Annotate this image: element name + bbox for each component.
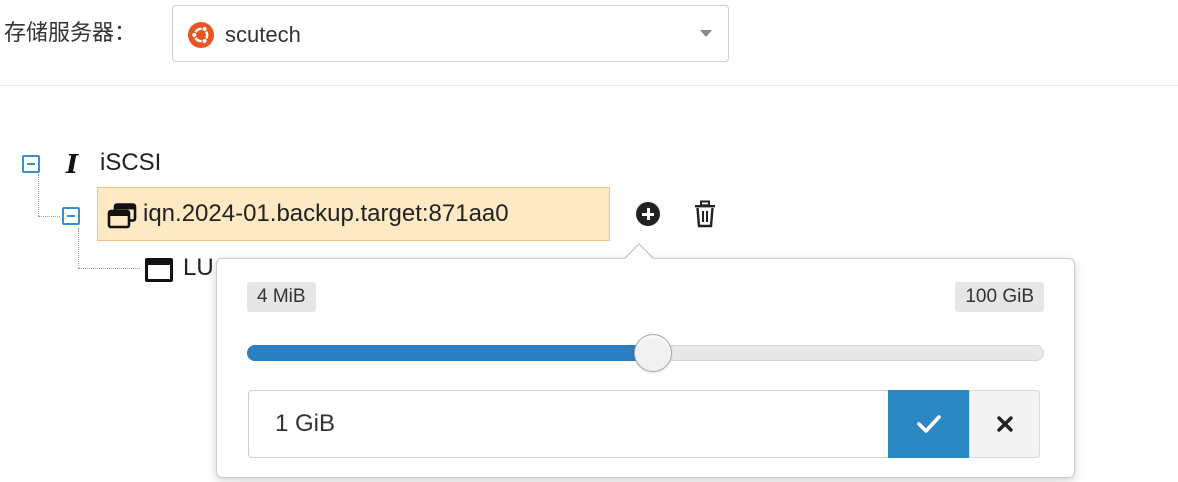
size-slider[interactable] xyxy=(247,334,1044,372)
target-label: iqn.2024-01.backup.target:871aa0 xyxy=(143,200,509,227)
header-divider xyxy=(0,85,1178,86)
caret-down-icon xyxy=(700,30,712,37)
trash-icon[interactable] xyxy=(693,200,717,228)
window-icon xyxy=(145,258,173,282)
check-icon xyxy=(916,415,941,433)
cancel-button[interactable] xyxy=(969,390,1040,458)
tree-node-target[interactable]: iqn.2024-01.backup.target:871aa0 xyxy=(97,187,610,241)
range-max-badge: 100 GiB xyxy=(955,282,1044,312)
tree-connector xyxy=(78,228,79,268)
tree-connector xyxy=(38,174,39,216)
collapse-toggle-icon[interactable] xyxy=(62,207,80,225)
server-select[interactable]: scutech xyxy=(172,5,729,62)
plus-circle-icon[interactable] xyxy=(636,202,660,226)
tree-node-lun[interactable]: LU xyxy=(183,253,214,283)
slider-fill xyxy=(247,345,653,361)
tree-connector xyxy=(38,216,60,217)
size-popover: 4 MiB 100 GiB xyxy=(216,258,1075,478)
slider-handle[interactable] xyxy=(634,334,673,372)
server-name: scutech xyxy=(225,22,301,47)
range-min-badge: 4 MiB xyxy=(247,282,316,312)
windows-stack-icon xyxy=(107,203,137,229)
tree-connector xyxy=(78,268,140,269)
size-input[interactable] xyxy=(248,390,889,458)
tree-node-iscsi[interactable]: iSCSI xyxy=(100,148,161,178)
popover-arrow-inner xyxy=(624,245,654,260)
server-label: 存储服务器： xyxy=(4,21,137,46)
close-icon xyxy=(996,416,1013,432)
i-beam-cursor-icon: I xyxy=(66,150,79,180)
collapse-toggle-icon[interactable] xyxy=(22,155,40,173)
confirm-button[interactable] xyxy=(888,390,969,458)
ubuntu-icon xyxy=(188,22,214,48)
